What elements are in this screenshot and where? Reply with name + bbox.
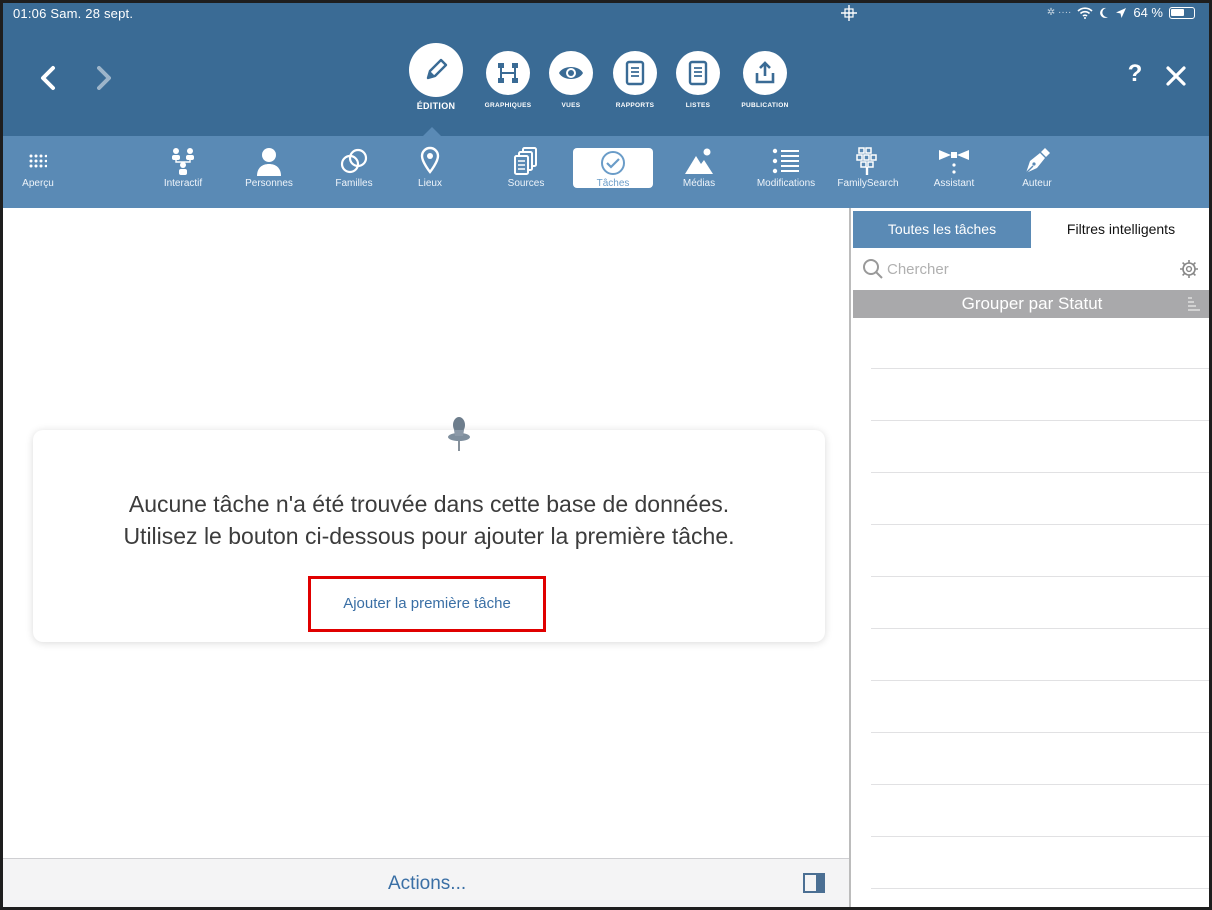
status-indicators: ✲ ···· 64 %: [1047, 5, 1195, 20]
person-icon: [257, 148, 281, 176]
group-label: Grouper par Statut: [961, 294, 1103, 313]
search-input[interactable]: [887, 257, 1147, 281]
mountain-icon: [685, 148, 713, 174]
location-arrow-icon: [1116, 7, 1127, 18]
list-row-divider: [871, 368, 1209, 369]
list-row-divider: [871, 420, 1209, 421]
empty-message-line2: Utilisez le bouton ci-dessous pour ajout…: [123, 523, 735, 549]
battery-icon: [1169, 6, 1195, 19]
tool-assistant[interactable]: Assistant: [928, 146, 980, 192]
status-time: 01:06 Sam. 28 sept.: [13, 6, 134, 21]
tool-label: Sources: [507, 178, 545, 189]
tool-label: Médias: [682, 178, 716, 189]
list-row-divider: [871, 680, 1209, 681]
list-icon: [772, 148, 799, 174]
sidebar-segmented-control: Toutes les tâches Filtres intelligents: [853, 211, 1209, 248]
status-bar: 01:06 Sam. 28 sept. ✲ ···· 64 %: [3, 3, 1209, 25]
tab-all-tasks[interactable]: Toutes les tâches: [853, 211, 1031, 248]
tool-personnes[interactable]: Personnes: [237, 146, 301, 192]
search-row: [851, 253, 1209, 289]
tool-label: Lieux: [418, 178, 442, 189]
familysearch-tree-icon: [856, 147, 877, 175]
close-icon[interactable]: [1161, 61, 1191, 91]
empty-state-card: Aucune tâche n'a été trouvée dans cette …: [33, 417, 825, 642]
actions-button[interactable]: Actions...: [388, 873, 466, 895]
grid-icon: [29, 154, 47, 168]
tool-auteur[interactable]: Auteur: [1019, 146, 1055, 192]
tool-label: Assistant: [933, 178, 975, 189]
main-content: Aucune tâche n'a été trouvée dans cette …: [3, 208, 849, 858]
list-row-divider: [871, 576, 1209, 577]
search-icon: [863, 259, 883, 279]
chart-icon: [486, 51, 530, 95]
tool-taches[interactable]: Tâches: [573, 148, 653, 189]
list-row-divider: [871, 524, 1209, 525]
tool-sources[interactable]: Sources: [500, 146, 552, 192]
documents-icon: [514, 147, 537, 175]
tool-label: Familles: [335, 178, 373, 189]
tree-icon: [172, 148, 194, 175]
tool-interactif[interactable]: Interactif: [153, 146, 213, 192]
battery-percent: 64 %: [1133, 5, 1163, 20]
list-row-divider: [871, 836, 1209, 837]
list-row-divider: [871, 732, 1209, 733]
rings-icon: [340, 148, 368, 174]
tool-label: Modifications: [756, 178, 816, 189]
split-view-icon[interactable]: [803, 873, 825, 893]
bow-tie-icon: [939, 150, 969, 174]
upload-icon: [743, 51, 787, 95]
tool-label: Tâches: [596, 178, 630, 189]
top-navigation: 01:06 Sam. 28 sept. ✲ ···· 64 % ÉDITION …: [3, 3, 1209, 137]
list-row-divider: [871, 784, 1209, 785]
task-sidebar: Toutes les tâches Filtres intelligents G…: [849, 208, 1209, 907]
bottom-bar: Actions...: [3, 858, 849, 907]
list-document-icon: [676, 51, 720, 95]
group-by-status-header[interactable]: Grouper par Statut: [853, 290, 1209, 318]
back-arrow-icon[interactable]: [33, 58, 63, 98]
gear-icon[interactable]: [1179, 259, 1199, 279]
mode-publication[interactable]: PUBLICATION: [720, 51, 810, 109]
tool-modifications[interactable]: Modifications: [746, 146, 826, 192]
tool-label: Interactif: [163, 178, 203, 189]
list-row-divider: [871, 472, 1209, 473]
app-window: 01:06 Sam. 28 sept. ✲ ···· 64 % ÉDITION …: [0, 0, 1212, 910]
wifi-icon: [1077, 6, 1093, 19]
mode-label: PUBLICATION: [741, 102, 789, 109]
section-toolbar: Aperçu Interactif Personnes Familles Lie…: [3, 136, 1209, 208]
fountain-pen-icon: [1025, 148, 1050, 174]
tool-label: FamilySearch: [837, 178, 899, 189]
list-row-divider: [871, 888, 1209, 889]
empty-message-line1: Aucune tâche n'a été trouvée dans cette …: [128, 491, 730, 517]
activity-icon: ✲ ····: [1046, 7, 1072, 18]
tool-familles[interactable]: Familles: [329, 146, 379, 192]
list-row-divider: [871, 628, 1209, 629]
pin-icon: [420, 146, 440, 174]
tool-label: Aperçu: [22, 178, 54, 189]
tool-lieux[interactable]: Lieux: [415, 146, 445, 192]
moon-icon: [1100, 7, 1109, 18]
pencil-icon: [409, 43, 463, 97]
crosshair-icon: [841, 5, 857, 21]
tool-medias[interactable]: Médias: [679, 146, 719, 192]
tool-label: Personnes: [245, 178, 293, 189]
tool-label: Auteur: [1022, 178, 1052, 189]
tool-familysearch[interactable]: FamilySearch: [831, 146, 905, 192]
forward-arrow-icon[interactable]: [89, 58, 119, 98]
sort-icon[interactable]: [1187, 296, 1201, 312]
add-first-task-button[interactable]: Ajouter la première tâche: [308, 576, 546, 632]
tab-smart-filters[interactable]: Filtres intelligents: [1031, 211, 1209, 248]
document-icon: [613, 51, 657, 95]
pushpin-icon: [448, 417, 470, 451]
battery-level: [1171, 8, 1184, 16]
eye-icon: [549, 51, 593, 95]
tool-apercu[interactable]: Aperçu: [21, 146, 55, 192]
help-button[interactable]: ?: [1125, 60, 1145, 88]
checkmark-icon: [601, 151, 625, 175]
